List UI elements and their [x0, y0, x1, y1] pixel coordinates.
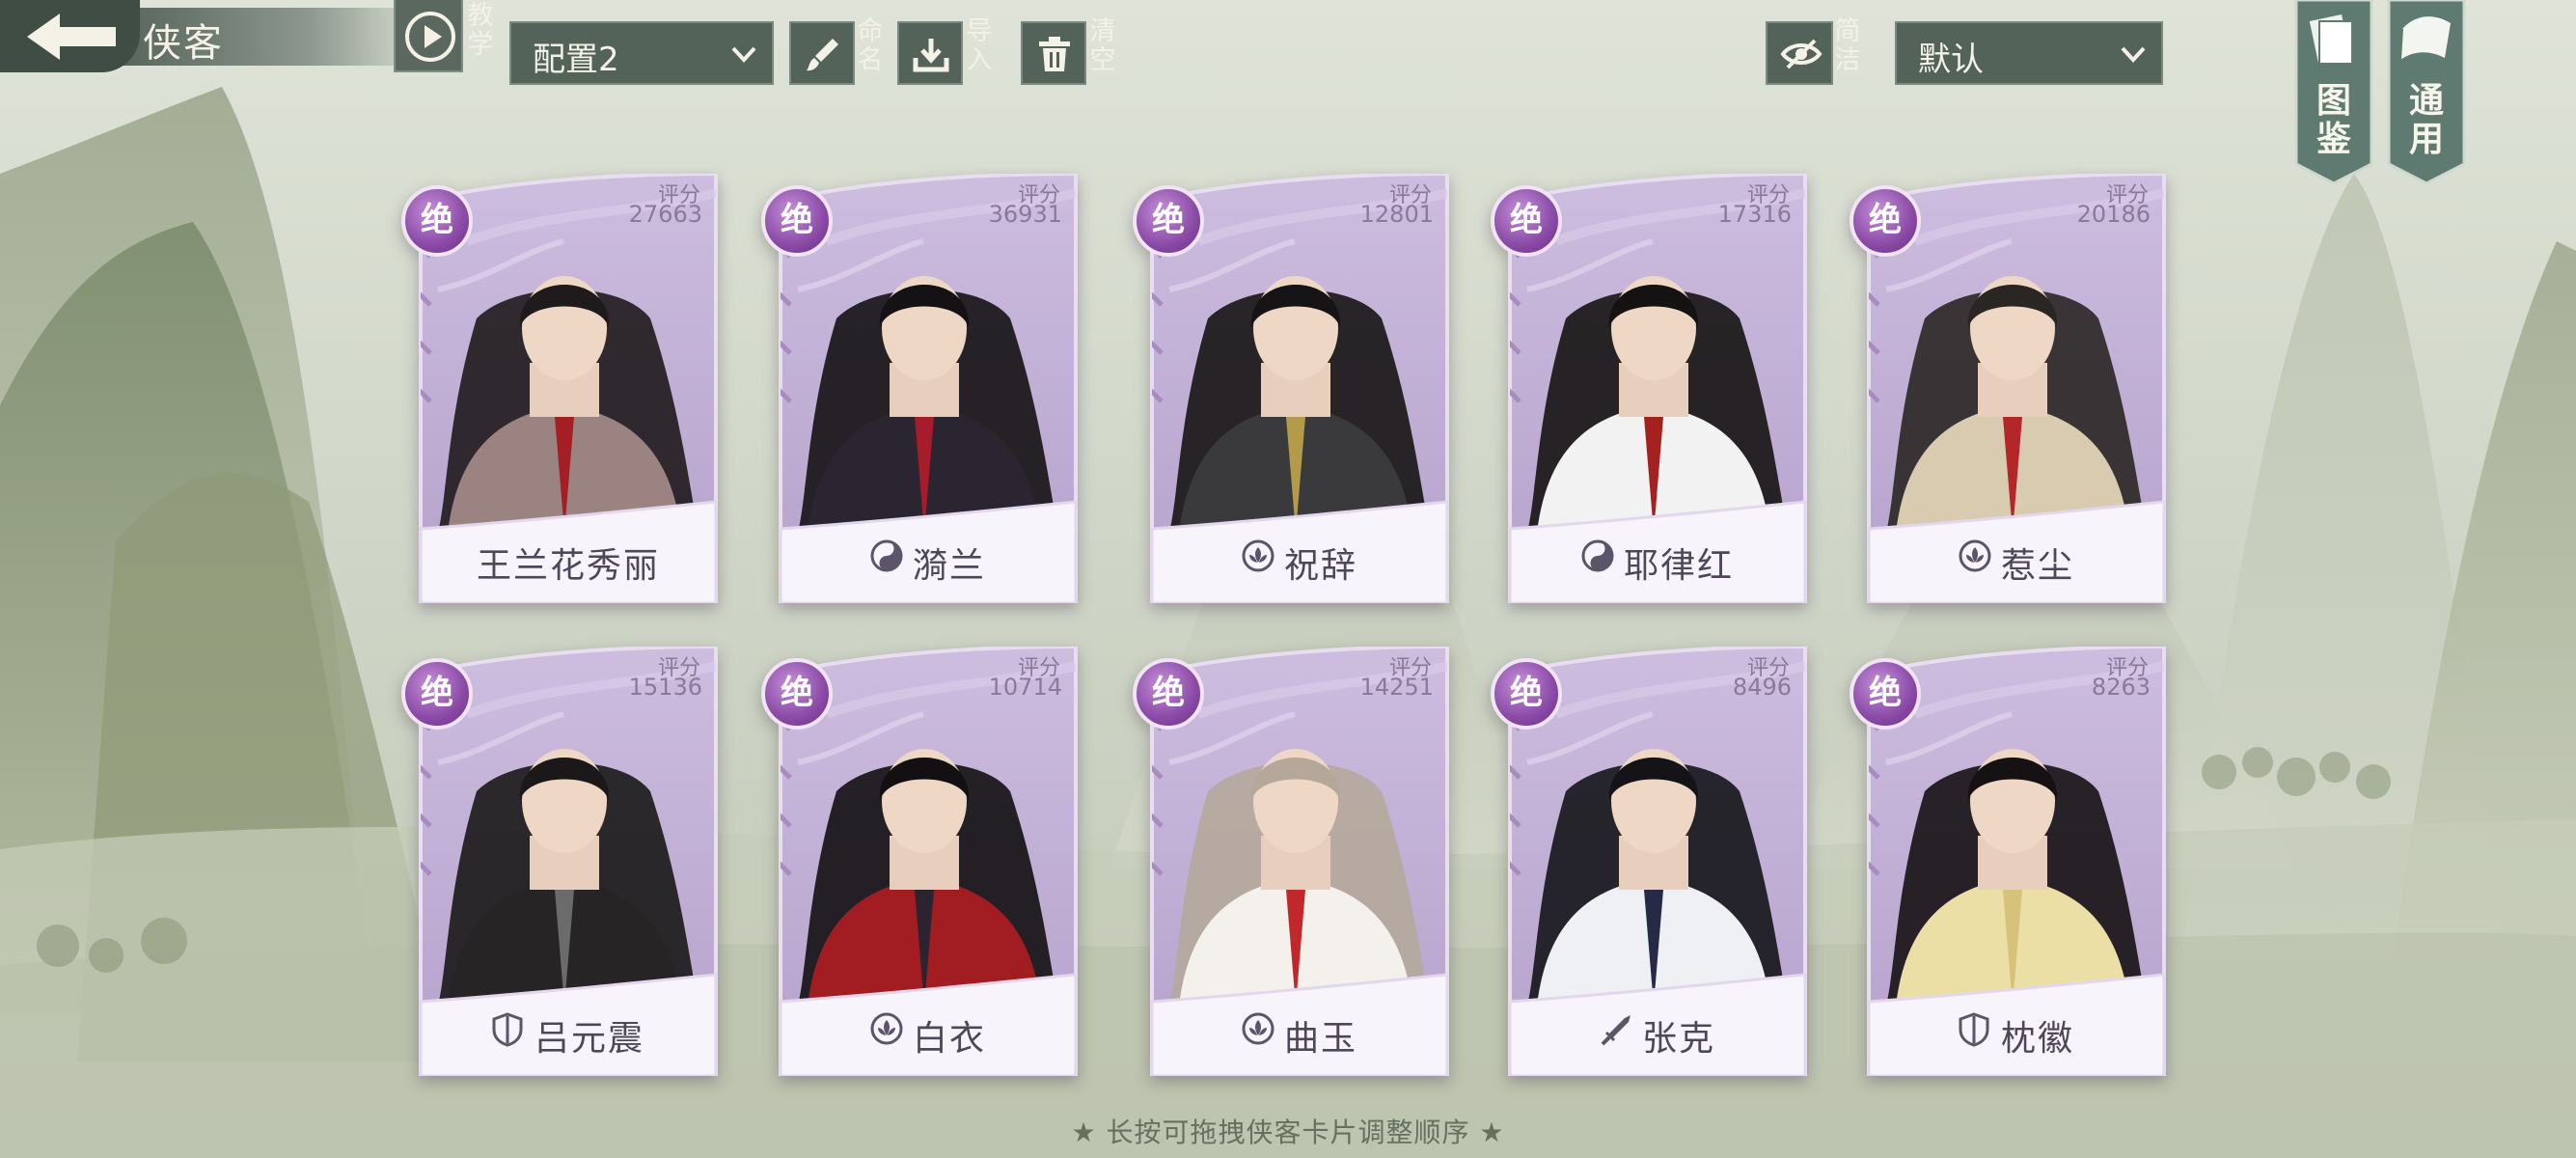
name-plate: 张克: [1510, 991, 1805, 1066]
rename-label: 命名: [857, 16, 884, 75]
shield-icon: [492, 1012, 523, 1051]
lotus-icon: [1959, 539, 1991, 576]
chevron-down-icon: [2121, 46, 2146, 63]
name-plate: 祝辞: [1152, 518, 1447, 593]
chevron-down-icon: [731, 46, 756, 63]
name-plate: 白衣: [781, 991, 1076, 1066]
score-value: 10714: [988, 674, 1062, 701]
character-name: 枕徽: [2001, 1019, 2075, 1059]
sort-select[interactable]: 默认: [1895, 21, 2163, 85]
name-plate: 枕徽: [1869, 991, 2164, 1066]
rarity-badge: 绝: [761, 185, 833, 257]
score-value: 14251: [1359, 674, 1434, 701]
config-select[interactable]: 配置2: [509, 21, 774, 85]
yin-yang-icon: [1581, 539, 1614, 576]
config-select-value: 配置2: [533, 41, 619, 79]
trash-icon: [1039, 37, 1070, 71]
name-plate: 曲玉: [1152, 991, 1447, 1066]
simple-view-label: 简洁: [1834, 16, 1861, 75]
score-value: 36931: [988, 201, 1062, 228]
character-card[interactable]: 绝 评分 27663 王兰花秀丽: [401, 174, 720, 603]
score-value: 15136: [628, 674, 702, 701]
rarity-badge: 绝: [1133, 185, 1204, 257]
name-plate: 吕元震: [421, 991, 716, 1066]
score-value: 12801: [1359, 201, 1434, 228]
score-value: 8263: [2091, 674, 2151, 701]
tutorial-label: 教学: [467, 1, 494, 60]
general-button[interactable]: 通用: [2387, 0, 2466, 185]
character-card[interactable]: 绝 评分 12801 祝辞: [1133, 174, 1451, 603]
sword-icon: [1600, 1012, 1634, 1051]
page-title: 侠客: [143, 21, 224, 66]
import-button[interactable]: [897, 21, 963, 85]
atlas-button[interactable]: 图鉴: [2294, 0, 2373, 185]
download-icon: [913, 39, 949, 72]
character-name: 曲玉: [1284, 1019, 1358, 1059]
rarity-badge: 绝: [401, 185, 473, 257]
back-arrow-icon: [27, 14, 116, 60]
eye-hidden-icon: [1780, 39, 1822, 69]
sort-select-value: 默认: [1918, 41, 1984, 79]
name-plate: 耶律红: [1510, 518, 1805, 593]
score-value: 20186: [2076, 201, 2151, 228]
play-icon: [405, 12, 455, 62]
name-plate: 王兰花秀丽: [421, 518, 716, 593]
character-name: 白衣: [913, 1019, 987, 1059]
character-card[interactable]: 绝 评分 8496 张克: [1491, 647, 1809, 1076]
score-value: 27663: [628, 201, 702, 228]
simple-view-toggle[interactable]: [1766, 21, 1833, 85]
name-plate: 漪兰: [781, 518, 1076, 593]
name-plate: 惹尘: [1869, 518, 2164, 593]
character-name: 张克: [1642, 1019, 1716, 1059]
character-card[interactable]: 绝 评分 15136 吕元震: [401, 647, 720, 1076]
lotus-icon: [870, 1012, 903, 1049]
character-name: 王兰花秀丽: [477, 546, 661, 586]
rename-button[interactable]: [789, 21, 855, 85]
rarity-badge: 绝: [1850, 658, 1921, 730]
shield-icon: [1959, 1012, 1989, 1051]
character-card[interactable]: 绝 评分 8263 枕徽: [1850, 647, 2168, 1076]
drag-hint: ★ 长按可拖拽侠客卡片调整顺序 ★: [1071, 1117, 1505, 1148]
atlas-label: 图鉴: [2316, 81, 2351, 159]
character-card[interactable]: 绝 评分 20186 惹尘: [1850, 174, 2168, 603]
character-name: 耶律红: [1624, 546, 1735, 586]
general-label: 通用: [2408, 81, 2444, 159]
character-card[interactable]: 绝 评分 14251 曲玉: [1133, 647, 1451, 1076]
back-button[interactable]: [0, 0, 140, 72]
brush-icon: [807, 39, 838, 71]
character-name: 惹尘: [2001, 546, 2075, 586]
score-value: 17316: [1717, 201, 1792, 228]
character-name: 吕元震: [534, 1019, 645, 1059]
rarity-badge: 绝: [1133, 658, 1204, 730]
character-name: 祝辞: [1284, 546, 1358, 586]
lotus-icon: [1242, 1012, 1274, 1049]
rarity-badge: 绝: [761, 658, 833, 730]
clear-button[interactable]: [1021, 21, 1086, 85]
rarity-badge: 绝: [1491, 185, 1562, 257]
lotus-icon: [1242, 539, 1274, 576]
import-label: 导入: [966, 16, 993, 75]
character-card[interactable]: 绝 评分 17316 耶律红: [1491, 174, 1809, 603]
clear-label: 清空: [1089, 16, 1116, 75]
character-card[interactable]: 绝 评分 36931 漪兰: [761, 174, 1080, 603]
score-value: 8496: [1732, 674, 1792, 701]
tutorial-button[interactable]: [394, 0, 463, 72]
rarity-badge: 绝: [1850, 185, 1921, 257]
character-name: 漪兰: [913, 546, 987, 586]
rarity-badge: 绝: [1491, 658, 1562, 730]
character-card[interactable]: 绝 评分 10714 白衣: [761, 647, 1080, 1076]
yin-yang-icon: [870, 539, 903, 576]
rarity-badge: 绝: [401, 658, 473, 730]
